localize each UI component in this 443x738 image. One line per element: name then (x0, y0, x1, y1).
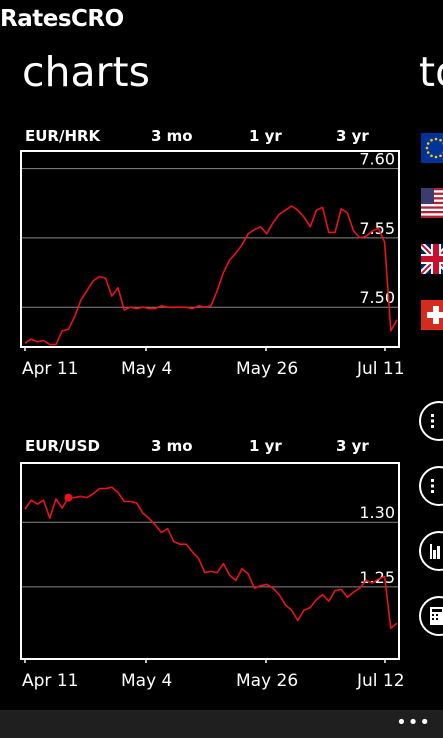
x-tick-label: May 26 (236, 671, 298, 691)
us-flag-icon[interactable] (421, 188, 443, 218)
chart2-tab-3yr[interactable]: 3 yr (336, 437, 369, 455)
chart1-plot: 7.507.557.60Apr 11 May 4 May 26 Jul 11 (22, 150, 405, 379)
app-bar: ••• (0, 710, 443, 738)
calculator-icon[interactable] (419, 596, 443, 636)
uk-flag-icon[interactable] (421, 244, 443, 274)
y-tick-label: 7.60 (359, 150, 395, 169)
selected-point (64, 493, 73, 502)
series-line (24, 205, 398, 346)
list-icon[interactable] (419, 401, 443, 441)
bar-chart-icon[interactable] (419, 531, 443, 571)
swiss-flag-icon[interactable] (421, 300, 443, 330)
chart1-tab-3mo[interactable]: 3 mo (151, 127, 193, 145)
chart1-tab-3yr[interactable]: 3 yr (336, 127, 369, 145)
more-options-button[interactable]: ••• (396, 712, 431, 733)
x-tick-label: May 4 (121, 671, 172, 691)
eu-flag-icon[interactable] (421, 133, 443, 163)
list-icon[interactable] (419, 466, 443, 506)
x-tick-label: Jul 12 (356, 671, 405, 691)
chart2-pair-label: EUR/USD (25, 437, 100, 455)
pivot-title-charts[interactable]: charts (22, 48, 150, 96)
x-tick-label: Apr 11 (22, 671, 78, 691)
y-tick-label: 1.30 (359, 503, 395, 522)
chart2-tab-1yr[interactable]: 1 yr (249, 437, 282, 455)
chart1-header: EUR/HRK 3 mo 1 yr 3 yr (22, 127, 400, 149)
chart2-plot: 1.25 1.30 Apr 11 May 4 May 26 Jul 12 (22, 486, 405, 691)
pivot-title-next[interactable]: to (419, 48, 443, 96)
y-tick-label: 1.25 (359, 568, 395, 587)
x-tick-label: Apr 11 (22, 359, 78, 379)
chart2-header: EUR/USD 3 mo 1 yr 3 yr (22, 437, 400, 459)
chart2-tab-3mo[interactable]: 3 mo (151, 437, 193, 455)
x-tick-label: May 4 (121, 359, 172, 379)
x-tick-label: May 26 (236, 359, 298, 379)
series-line (24, 486, 398, 630)
x-tick-label: Jul 11 (356, 359, 405, 379)
chart1-tab-1yr[interactable]: 1 yr (249, 127, 282, 145)
app-title: RatesCRO (0, 6, 124, 32)
chart1-pair-label: EUR/HRK (25, 127, 101, 145)
